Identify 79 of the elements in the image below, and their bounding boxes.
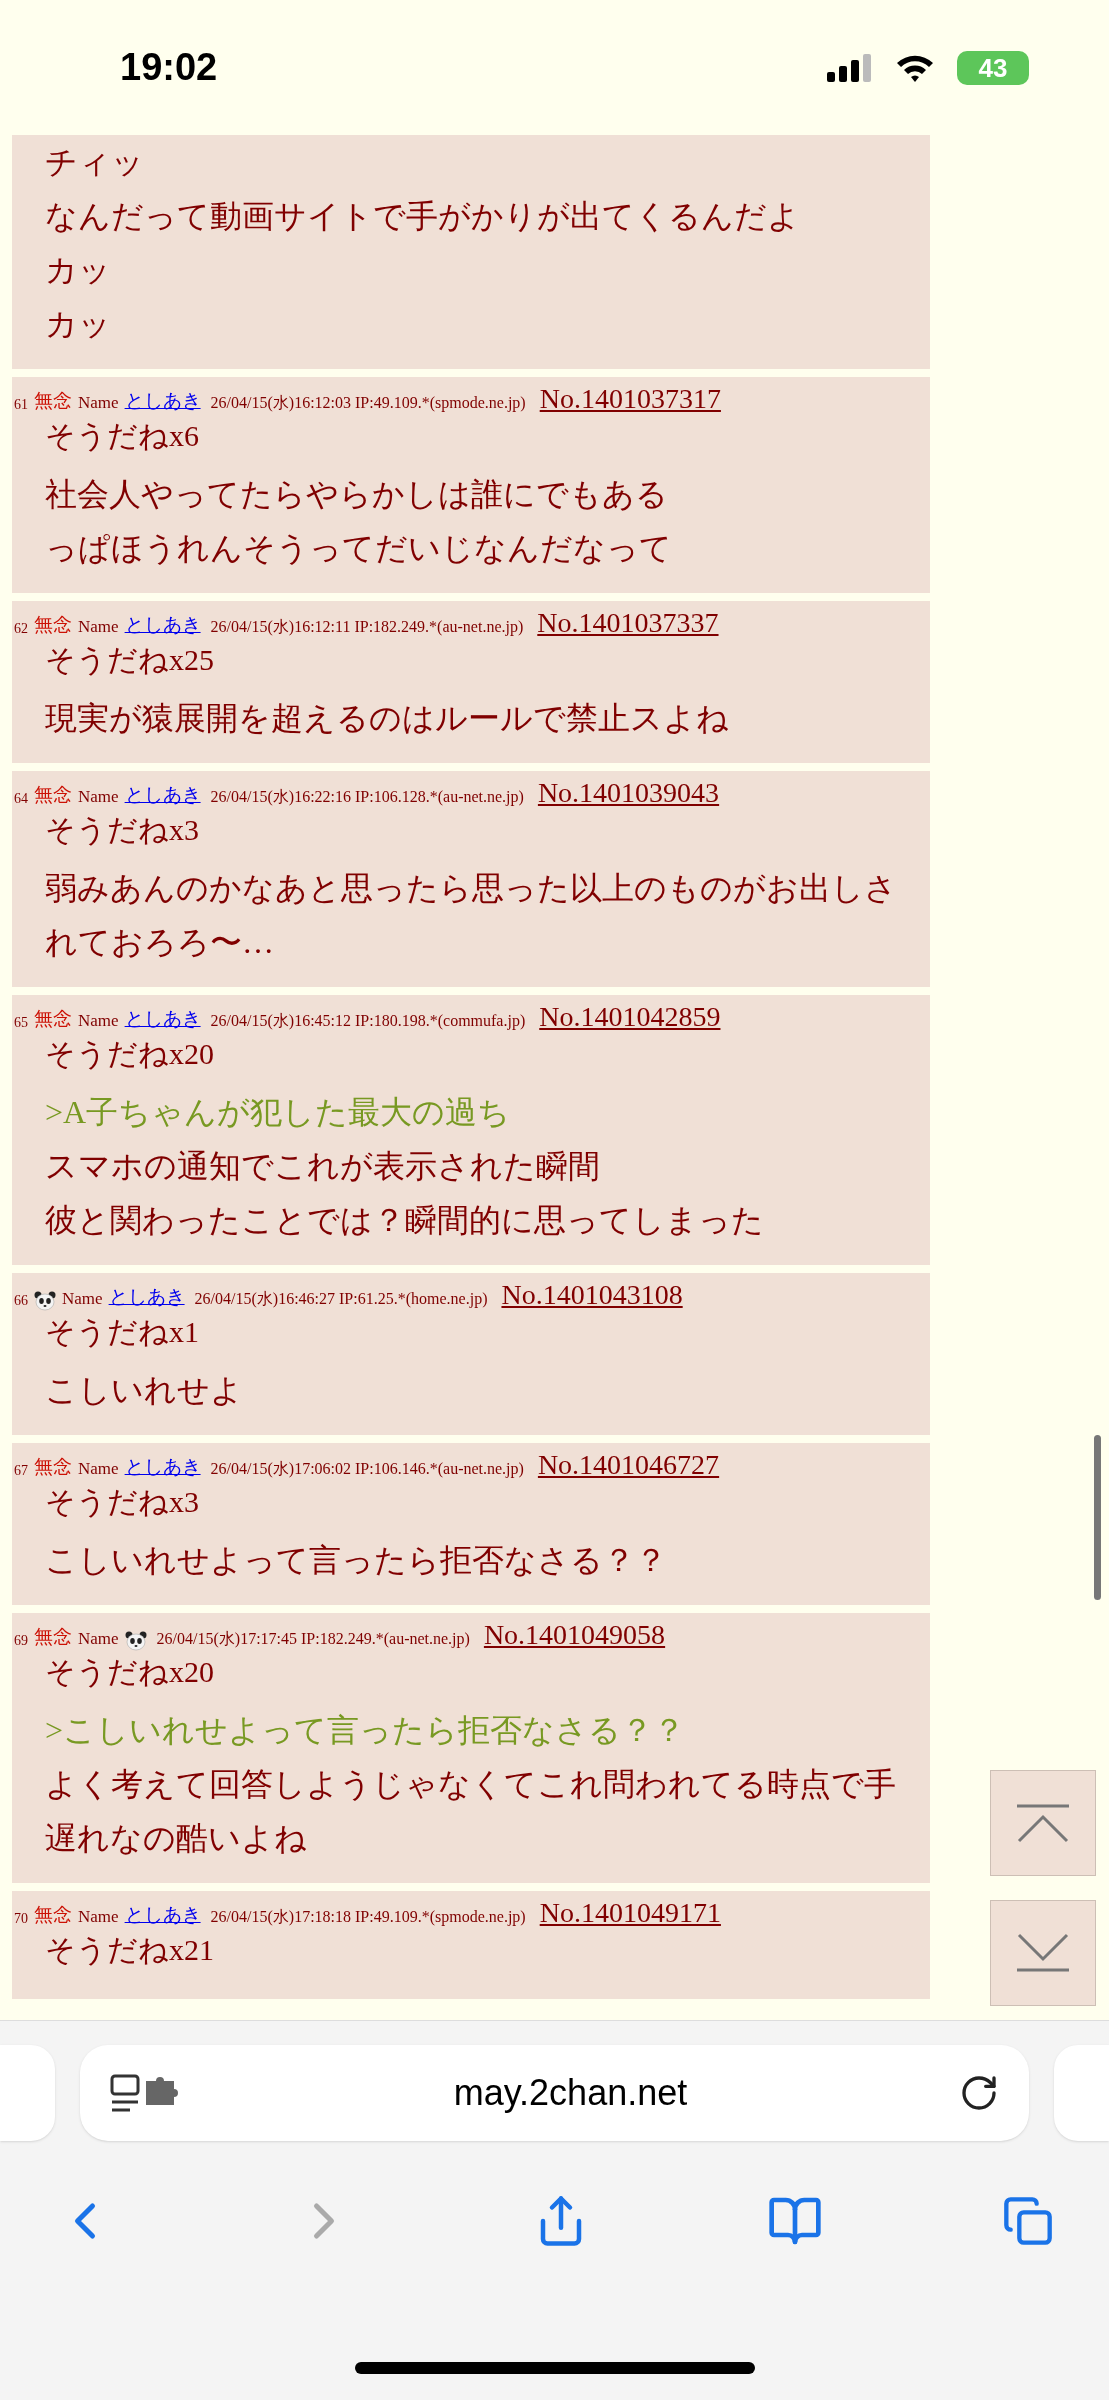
panda-icon [124,1631,147,1651]
post-text: なんだって動画サイトで手がかりが出てくるんだよ [45,197,801,236]
post-index: 67 [14,1462,28,1480]
post-text: よく考えて回答しようじゃなくてこれ問われてる時点で手遅れなの酷いよね [45,1765,897,1858]
post-date: 26/04/15(水)16:22:16 IP:106.128.*(au-net.ne.jp) [210,787,524,808]
post-text: 社会人やってたらやらかしは誰にでもある [45,475,669,514]
post-date: 26/04/15(水)17:17:45 IP:182.249.*(au-net.ne.jp) [156,1629,470,1650]
post-date: 26/04/15(水)17:18:18 IP:49.109.*(spmode.ne.jp) [210,1907,526,1928]
post-index: 70 [14,1910,28,1928]
post-number-link[interactable]: No.1401037337 [537,607,719,639]
post-date: 26/04/15(水)16:45:12 IP:180.198.*(commufa.jp) [210,1011,526,1032]
name-label: Name [62,1287,103,1310]
post-subject: 無念 [34,1624,72,1649]
tabs-icon[interactable] [1002,2195,1054,2247]
sodane-count[interactable]: そうだねx3 [45,1481,910,1523]
sodane-count[interactable]: そうだねx21 [45,1929,910,1971]
scroll-bottom-button[interactable] [990,1900,1096,2006]
signal-icon [827,53,873,82]
sodane-count[interactable]: そうだねx3 [45,809,910,851]
post-text: スマホの通知でこれが表示された瞬間 [45,1147,601,1186]
post-date: 26/04/15(水)16:12:03 IP:49.109.*(spmode.ne.jp) [210,393,526,414]
post-subject: 無念 [34,782,72,807]
poster-name-link[interactable]: としあき [124,1452,201,1481]
address-bar[interactable]: may.2chan.net [79,2045,1030,2141]
post-text: カッ [45,251,112,290]
post-text: 弱みあんのかなあと思ったら思った以上のものがお出しされておろろ〜… [45,869,898,962]
name-label: Name [78,785,119,808]
post-text: こしいれせよって言ったら拒否なさる？？ [45,1541,668,1580]
post-date: 26/04/15(水)16:12:11 IP:182.249.*(au-net.ne.jp) [210,617,524,638]
quote-line: >A子ちゃんが犯した最大の過ち [45,1093,512,1132]
sodane-count[interactable]: そうだねx20 [45,1033,910,1075]
post-text: っぱほうれんそうってだいじなんだなって [45,529,673,568]
post-number-link[interactable]: No.1401043108 [501,1279,683,1311]
poster-name-link[interactable]: としあき [124,1004,201,1033]
battery-indicator: 43 [957,50,1029,85]
sodane-count[interactable]: そうだねx6 [45,415,910,457]
post-subject: 無念 [34,388,72,413]
post-index: 65 [14,1014,28,1032]
post-index: 69 [14,1632,28,1650]
name-label: Name [78,1009,119,1032]
poster-name-link[interactable]: としあき [124,610,201,639]
name-label: Name [78,1627,119,1650]
post-number-link[interactable]: No.1401037317 [539,383,721,415]
panda-icon [34,1291,56,1311]
sodane-count[interactable]: そうだねx25 [45,639,910,681]
post-subject: 無念 [34,1006,72,1031]
post-date: 26/04/15(水)17:06:02 IP:106.146.*(au-net.ne.jp) [210,1459,524,1480]
post-index: 66 [14,1292,28,1310]
post-number-link[interactable]: No.1401049058 [483,1619,666,1651]
poster-name-link[interactable]: としあき [124,780,201,809]
quote-line: >こしいれせよって言ったら拒否なさる？？ [45,1711,687,1750]
post-subject: 無念 [34,1902,72,1927]
sodane-count[interactable]: そうだねx20 [45,1651,910,1693]
name-label: Name [78,1905,119,1928]
post-text: チィッ [45,143,145,182]
poster-name-link[interactable]: としあき [124,1900,201,1929]
name-label: Name [78,1457,119,1480]
poster-name-link[interactable]: としあき [124,386,201,415]
post-text: カッ [45,305,112,344]
name-label: Name [78,391,119,414]
post-number-link[interactable]: No.1401039043 [537,777,720,809]
post-date: 26/04/15(水)16:46:27 IP:61.25.*(home.ne.jp) [194,1289,488,1310]
sodane-count[interactable]: そうだねx1 [45,1311,910,1353]
post-number-link[interactable]: No.1401042859 [539,1001,721,1033]
post-text: 現実が猿展開を超えるのはルールで禁止スよね [45,699,730,738]
post-index: 61 [14,396,28,414]
post-number-link[interactable]: No.1401049171 [539,1897,721,1929]
url-text: may.2chan.net [452,2071,689,2115]
scroll-top-button[interactable] [990,1770,1096,1876]
post-index: 62 [14,620,28,638]
post-text: 彼と関わったことでは？瞬間的に思ってしまった [45,1201,765,1240]
post-index: 64 [14,790,28,808]
name-label: Name [78,615,119,638]
post-subject: 無念 [34,612,72,637]
post-number-link[interactable]: No.1401046727 [537,1449,720,1481]
post-text: こしいれせよ [45,1371,244,1410]
poster-name-link[interactable]: としあき [108,1282,185,1311]
post-subject: 無念 [34,1454,72,1479]
status-time: 19:02 [120,45,218,90]
